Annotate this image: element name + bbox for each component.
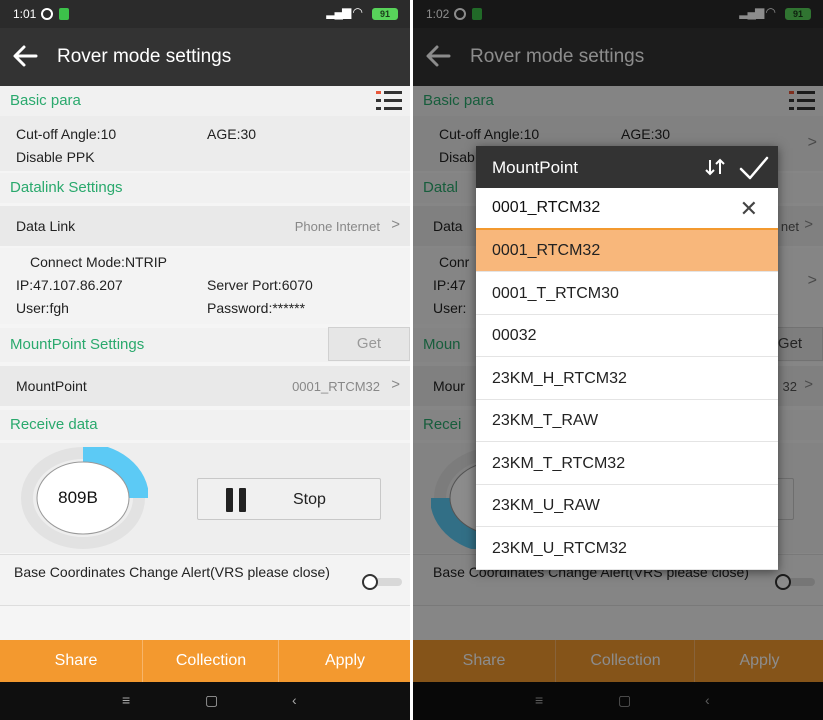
pause-icon (226, 488, 248, 512)
confirm-check-icon[interactable] (738, 154, 770, 182)
user-text: User:fgh (16, 300, 69, 316)
chevron-right-icon: > (391, 376, 400, 393)
mountpoint-search-input[interactable] (492, 199, 712, 217)
mountpoint-value: 0001_RTCM32 (292, 379, 380, 394)
base-coordinates-alert-row: Base Coordinates Change Alert(VRS please… (0, 554, 410, 606)
connect-mode-text: Connect Mode:NTRIP (30, 254, 167, 270)
basic-para-panel[interactable]: Cut-off Angle:10 AGE:30 Disable PPK (0, 116, 410, 171)
section-basic-para: Basic para (0, 86, 410, 116)
get-button[interactable]: Get (328, 327, 410, 361)
mountpoint-option[interactable]: 23KM_H_RTCM32 (476, 358, 778, 400)
ppk-text: Disable PPK (16, 149, 95, 165)
section-title: Basic para (10, 92, 81, 109)
stop-label: Stop (293, 491, 326, 508)
apply-button[interactable]: Apply (280, 640, 410, 682)
mountpoint-option[interactable]: 0001_RTCM32 (476, 230, 778, 272)
mountpoint-label: MountPoint (16, 378, 87, 394)
data-link-label: Data Link (16, 218, 76, 234)
title-bar: Rover mode settings (0, 28, 410, 86)
back-arrow-icon[interactable] (10, 41, 40, 71)
password-text: Password:****** (207, 300, 306, 316)
menu-nav-icon[interactable]: ≡ (122, 692, 130, 708)
home-nav-icon[interactable]: ▢ (205, 692, 218, 709)
alert-toggle[interactable] (362, 574, 402, 590)
status-time: 1:01 (13, 7, 37, 21)
page-title: Rover mode settings (57, 46, 232, 67)
phone-left: 1:01 ▂▄▆ ◠ 91 Rover mode settings Basic … (0, 0, 410, 720)
notification-icon (41, 8, 53, 20)
mountpoint-option[interactable]: 23KM_U_RAW (476, 485, 778, 527)
gauge-value: 809B (58, 488, 98, 507)
system-nav-bar: ≡ ▢ ‹ (0, 682, 410, 720)
receive-panel: 809B Stop (0, 443, 410, 553)
mountpoint-option[interactable]: 23KM_T_RAW (476, 400, 778, 442)
section-datalink: Datalink Settings (0, 173, 410, 203)
section-receive-data: Receive data (0, 410, 410, 440)
ntrip-info-panel[interactable]: Connect Mode:NTRIP IP:47.107.86.207 Serv… (0, 248, 410, 324)
phone-right: 1:02 ▂▄▆ ◠ 91 Rover mode settings Basic … (413, 0, 823, 720)
mountpoint-row[interactable]: MountPoint 0001_RTCM32 > (0, 366, 410, 406)
mountpoint-option[interactable]: 23KM_T_RTCM32 (476, 443, 778, 485)
mountpoint-option[interactable]: 00032 (476, 315, 778, 357)
status-bar: 1:01 ▂▄▆ ◠ 91 (0, 0, 410, 28)
cutoff-angle-text: Cut-off Angle:10 (16, 126, 117, 142)
chevron-right-icon: > (391, 216, 400, 233)
alert-label: Base Coordinates Change Alert(VRS please… (14, 564, 330, 580)
stop-button[interactable]: Stop (197, 478, 381, 520)
list-menu-icon[interactable] (376, 89, 402, 113)
back-nav-icon[interactable]: ‹ (292, 692, 297, 708)
mountpoint-option[interactable]: 0001_T_RTCM30 (476, 273, 778, 315)
collection-button[interactable]: Collection (144, 640, 279, 682)
section-title: Datalink Settings (10, 179, 123, 196)
dialog-title: MountPoint (492, 158, 578, 177)
mountpoint-option[interactable]: 23KM_U_RTCM32 (476, 528, 778, 570)
server-port-text: Server Port:6070 (207, 277, 313, 293)
app-notification-icon (59, 8, 69, 20)
clear-icon[interactable]: ✕ (740, 196, 758, 222)
age-text: AGE:30 (207, 126, 257, 142)
share-button[interactable]: Share (10, 640, 143, 682)
ip-text: IP:47.107.86.207 (16, 277, 123, 293)
sort-icon[interactable] (704, 157, 726, 177)
data-link-row[interactable]: Data Link Phone Internet > (0, 206, 410, 246)
dialog-header: MountPoint (476, 146, 778, 188)
data-link-value: Phone Internet (294, 219, 380, 234)
section-title: Receive data (10, 416, 98, 433)
battery-icon: 91 (372, 8, 398, 20)
mountpoint-dialog: MountPoint ✕ 0001_RTCM320001_T_RTCM30000… (476, 146, 778, 570)
section-title: MountPoint Settings (10, 336, 145, 353)
mountpoint-search: ✕ (476, 188, 778, 230)
signal-wifi-icon: ▂▄▆ ◠ (326, 5, 363, 19)
bottom-action-bar: Share Collection Apply (0, 640, 410, 682)
